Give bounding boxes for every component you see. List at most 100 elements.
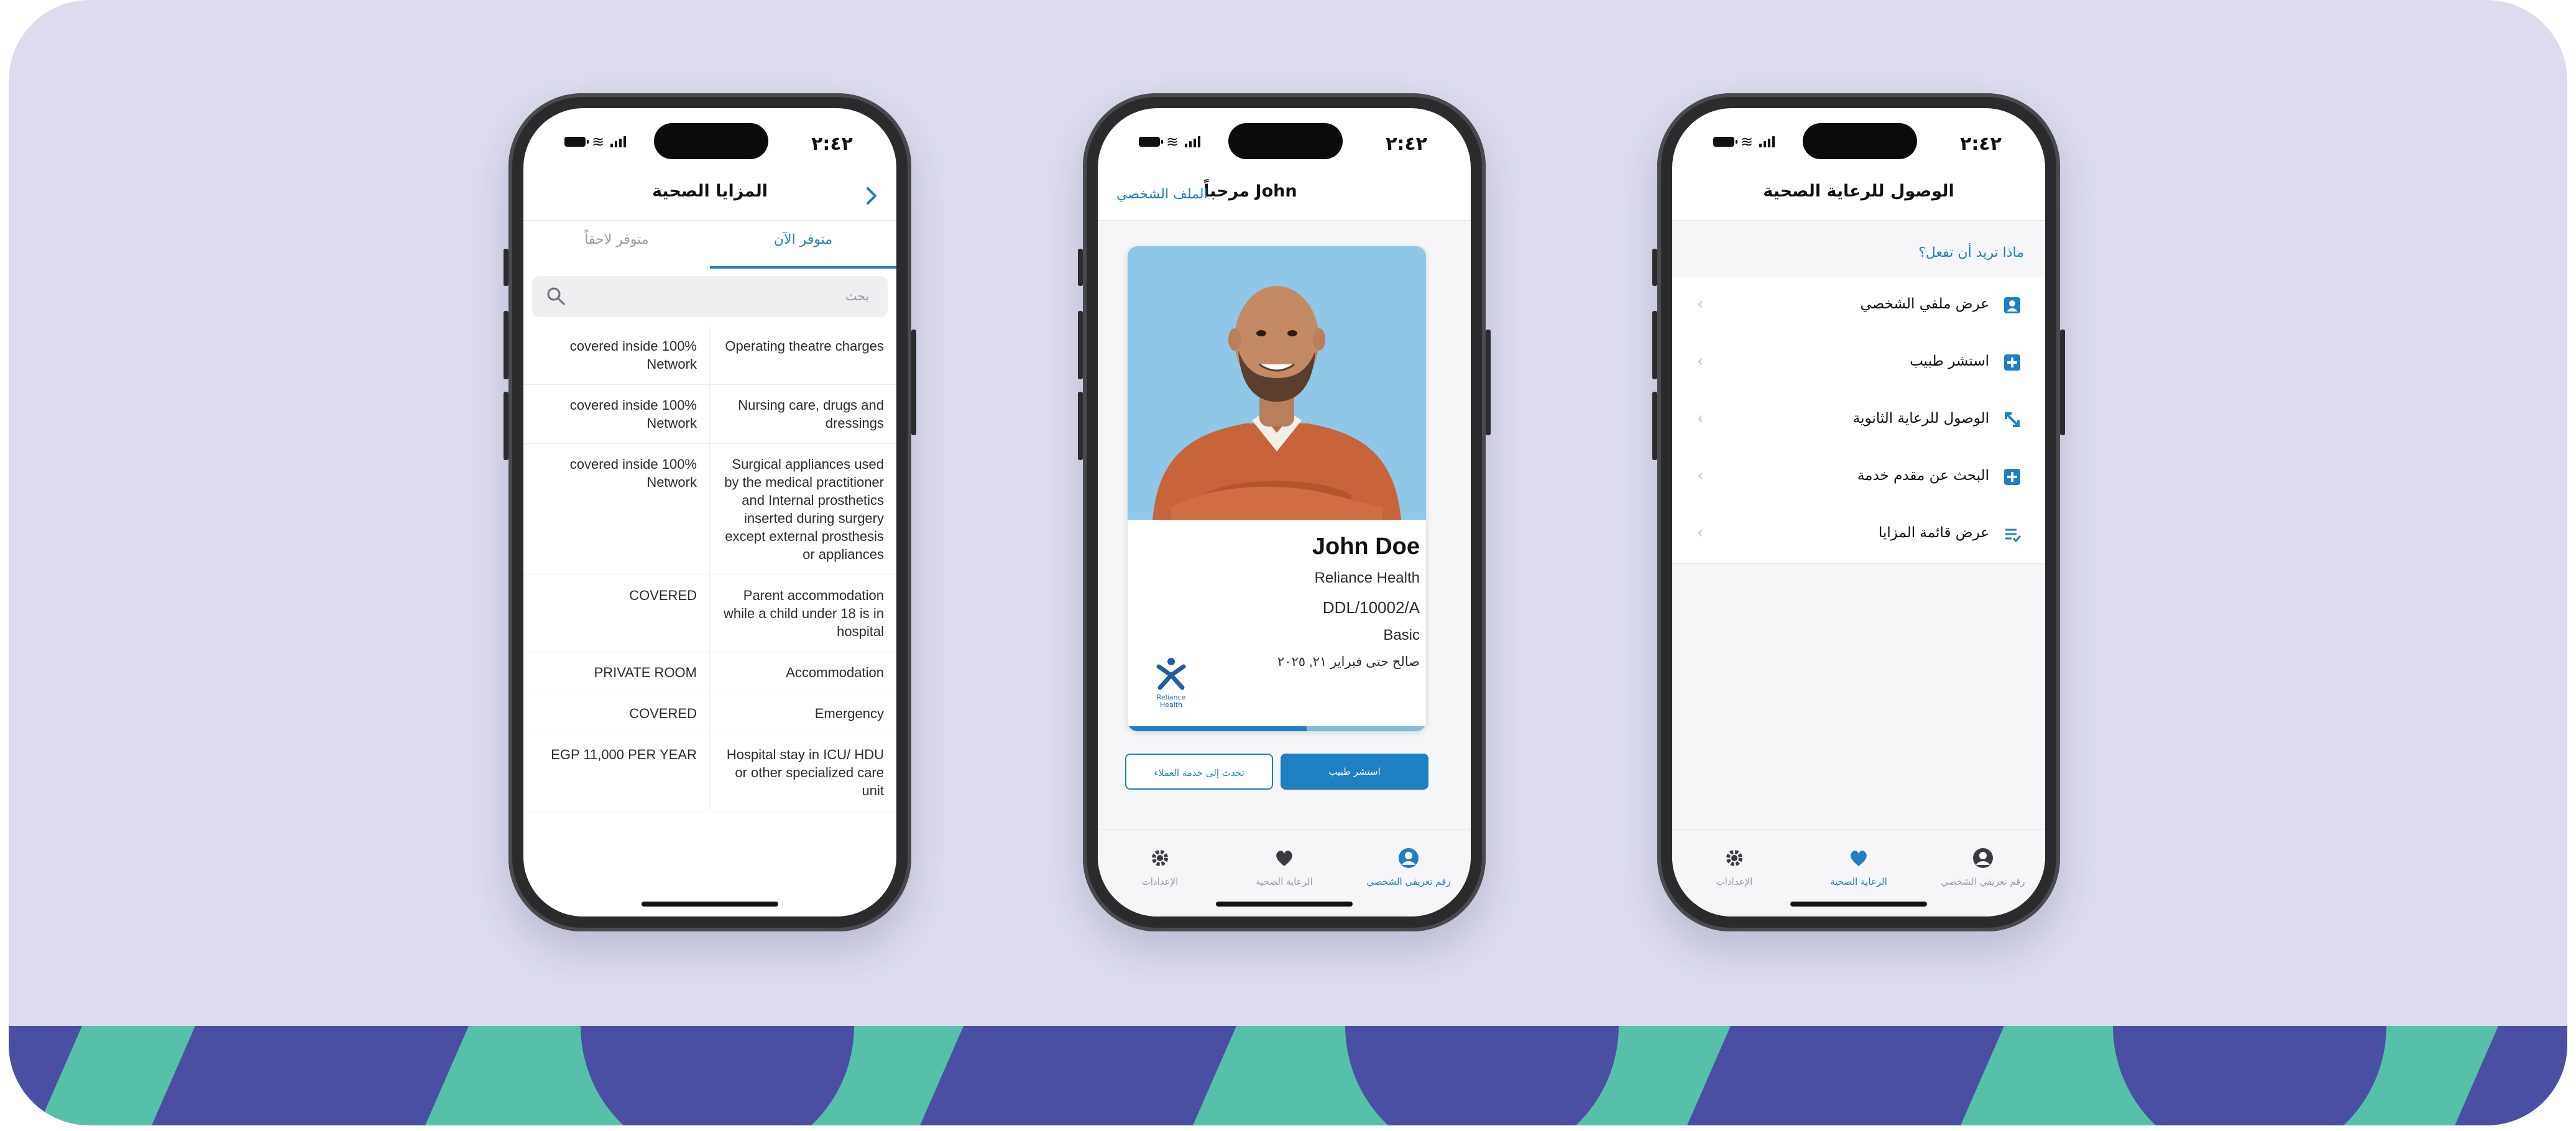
reliance-logo: Reliance Health (1152, 657, 1190, 709)
search-input[interactable]: بحث (532, 276, 888, 317)
nav-personal-id[interactable]: رقم تعريفي الشخصي (1346, 847, 1471, 887)
nav-label: الإعدادات (1716, 876, 1753, 887)
nav-label: رقم تعريفي الشخصي (1941, 876, 2025, 887)
gear-icon (1726, 850, 1742, 866)
header: الوصول للرعاية الصحية (1672, 170, 2045, 221)
menu-item-secondary-care[interactable]: الوصول للرعاية الثانوية ‹ (1672, 392, 2045, 450)
canvas: ≋ ٢:٤٢ المزايا الصحية متوفر الآن متوفر ل… (0, 0, 2576, 1131)
wifi-icon: ≋ (592, 133, 605, 150)
phone-benefits: ≋ ٢:٤٢ المزايا الصحية متوفر الآن متوفر ل… (504, 93, 916, 931)
member-photo (1128, 246, 1426, 520)
nav-label: الإعدادات (1141, 876, 1179, 887)
medical-plus-icon (2004, 354, 2020, 371)
nav-label: الرعاية الصحية (1256, 876, 1313, 887)
page-title: مرحباً John (1203, 182, 1297, 201)
chevron-icon: ‹ (1697, 352, 1704, 371)
provider-plus-icon (2004, 469, 2020, 485)
search-placeholder: بحث (845, 289, 869, 303)
wifi-icon: ≋ (1741, 133, 1754, 150)
benefit-name: Accommodation (786, 665, 884, 680)
benefit-name: Parent accommodation while a child under… (723, 588, 884, 639)
decorative-band (9, 1026, 2567, 1125)
table-row[interactable]: covered inside 100% Network Surgical app… (523, 444, 896, 575)
benefit-name: Surgical appliances used by the medical … (724, 456, 884, 562)
table-row[interactable]: covered inside 100% Network Operating th… (523, 326, 896, 385)
heart-icon (1851, 851, 1867, 866)
contact-support-button[interactable]: تحدث إلى خدمة العملاء (1125, 754, 1273, 790)
table-row[interactable]: PRIVATE ROOM Accommodation (523, 652, 896, 693)
member-id: DDL/10002/A (1322, 598, 1420, 617)
battery-icon (1713, 137, 1737, 147)
screen-healthcare-access: ≋ ٢:٤٢ الوصول للرعاية الصحية ماذا تريد أ… (1672, 108, 2045, 916)
tab-available-later[interactable]: متوفر لاحقاً (523, 221, 710, 266)
nav-settings[interactable]: الإعدادات (1098, 847, 1222, 887)
section-question: ماذا تريد أن تفعل؟ (1918, 245, 2024, 261)
user-circle-icon (1399, 848, 1419, 868)
chevron-icon: ‹ (1697, 466, 1704, 485)
table-row[interactable]: EGP 11,000 PER YEAR Hospital stay in ICU… (523, 734, 896, 811)
battery-icon (564, 137, 589, 147)
menu-item-consult-doctor[interactable]: استشر طبيب ‹ (1672, 335, 2045, 392)
benefit-coverage: COVERED (523, 693, 710, 734)
table-row[interactable]: covered inside 100% Network Nursing care… (523, 385, 896, 444)
insurer-name: Reliance Health (1314, 570, 1420, 586)
benefit-name: Hospital stay in ICU/ HDU or other speci… (726, 747, 884, 798)
benefit-coverage: EGP 11,000 PER YEAR (523, 734, 710, 811)
heart-icon (1276, 851, 1292, 866)
consult-doctor-button[interactable]: استشر طبيب (1281, 754, 1428, 790)
back-chevron-icon[interactable] (865, 187, 878, 205)
nav-healthcare[interactable]: الرعاية الصحية (1222, 847, 1346, 887)
benefit-name: Operating theatre charges (725, 338, 884, 354)
nav-healthcare[interactable]: الرعاية الصحية (1796, 847, 1921, 887)
status-bar: ≋ ٢:٤٢ (1672, 133, 2045, 158)
logo-text: Reliance Health (1156, 693, 1186, 709)
status-time: ٢:٤٢ (1960, 133, 2002, 155)
profile-link[interactable]: الملف الشخصي (1116, 187, 1208, 202)
search-icon (547, 287, 565, 305)
nav-settings[interactable]: الإعدادات (1672, 847, 1796, 887)
tab-available-now[interactable]: متوفر الآن (710, 221, 896, 269)
nav-label: الرعاية الصحية (1830, 876, 1887, 887)
menu-label: البحث عن مقدم خدمة (1857, 468, 1989, 484)
gear-icon (1152, 850, 1168, 866)
list-check-icon (2005, 529, 2022, 543)
home-indicator (1790, 902, 1927, 907)
table-row[interactable]: COVERED Parent accommodation while a chi… (523, 575, 896, 652)
menu-label: الوصول للرعاية الثانوية (1852, 410, 1989, 427)
battery-icon (1139, 137, 1163, 147)
nav-personal-id[interactable]: رقم تعريفي الشخصي (1921, 847, 2045, 887)
menu-item-find-provider[interactable]: البحث عن مقدم خدمة ‹ (1672, 449, 2045, 507)
signal-icon (610, 136, 627, 147)
menu-label: استشر طبيب (1910, 353, 1989, 369)
user-circle-icon (1973, 848, 1993, 868)
nav-label: رقم تعريفي الشخصي (1366, 876, 1451, 887)
tab-bar: متوفر الآن متوفر لاحقاً (523, 221, 896, 269)
status-time: ٢:٤٢ (811, 133, 853, 155)
page-title: الوصول للرعاية الصحية (1763, 182, 1954, 201)
member-name: John Doe (1312, 533, 1420, 560)
benefits-table: covered inside 100% Network Operating th… (523, 326, 896, 811)
menu-label: عرض قائمة المزايا (1878, 525, 1989, 541)
signal-icon (1759, 136, 1775, 147)
wifi-icon: ≋ (1166, 133, 1179, 150)
band-shapes (9, 1026, 2567, 1125)
table-row[interactable]: COVERED Emergency (523, 693, 896, 734)
expand-arrows-icon (2005, 412, 2020, 427)
phone-healthcare-access: ≋ ٢:٤٢ الوصول للرعاية الصحية ماذا تريد أ… (1652, 93, 2065, 931)
reliance-logo-icon (1156, 658, 1186, 690)
benefit-coverage: COVERED (523, 575, 710, 652)
membership-card[interactable]: John Doe Reliance Health DDL/10002/A Bas… (1128, 246, 1426, 731)
menu-item-benefits-list[interactable]: عرض قائمة المزايا ‹ (1672, 506, 2045, 564)
screen-benefits: ≋ ٢:٤٢ المزايا الصحية متوفر الآن متوفر ل… (523, 108, 896, 916)
benefit-coverage: covered inside 100% Network (523, 385, 710, 443)
phone-profile-card: ≋ ٢:٤٢ مرحباً John الملف الشخصي John Doe… (1078, 93, 1491, 931)
screen-profile-card: ≋ ٢:٤٢ مرحباً John الملف الشخصي John Doe… (1098, 108, 1471, 916)
benefit-coverage: covered inside 100% Network (523, 326, 710, 384)
home-indicator (1216, 902, 1353, 907)
card-accent-bar (1128, 726, 1426, 731)
menu-item-view-profile[interactable]: عرض ملفي الشخصي ‹ (1672, 277, 2045, 335)
home-indicator (642, 902, 778, 907)
benefit-name: Nursing care, drugs and dressings (738, 397, 884, 431)
status-time: ٢:٤٢ (1386, 133, 1427, 155)
header: مرحباً John الملف الشخصي (1098, 170, 1471, 221)
